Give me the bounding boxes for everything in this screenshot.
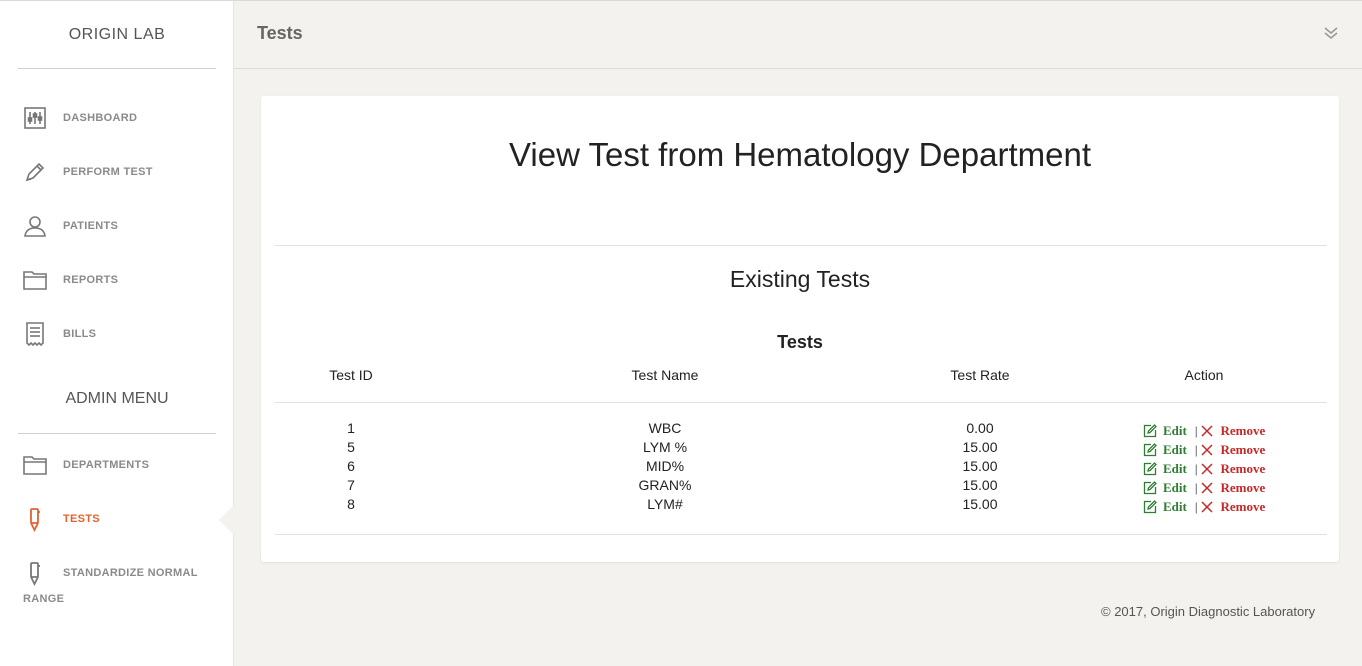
active-indicator xyxy=(219,505,234,535)
row-actions: Edit | Remove xyxy=(1143,478,1265,497)
edit-icon xyxy=(1143,423,1157,437)
row-actions: Edit | Remove xyxy=(1143,497,1265,516)
cell-test-rate: 15.00 xyxy=(962,458,998,474)
remove-label: Remove xyxy=(1220,422,1266,438)
marker-icon xyxy=(22,560,48,586)
sidebar-item-label: BILLS xyxy=(63,328,97,340)
sidebar-item-label: DEPARTMENTS xyxy=(63,459,150,471)
cell-test-rate: 0.00 xyxy=(966,420,994,436)
main-heading: View Test from Hematology Department xyxy=(508,136,1092,173)
close-icon xyxy=(1201,443,1213,456)
sidebar-item-bills[interactable]: BILLS xyxy=(22,319,96,349)
close-icon xyxy=(1201,481,1213,494)
receipt-icon xyxy=(22,321,48,347)
remove-button[interactable]: Remove xyxy=(1201,461,1265,477)
remove-button[interactable]: Remove xyxy=(1201,499,1265,515)
action-separator: | xyxy=(1194,498,1198,514)
edit-icon xyxy=(1143,442,1157,456)
marker-icon xyxy=(22,506,48,532)
cell-test-name: GRAN% xyxy=(638,477,692,493)
column-header-action: Action xyxy=(1184,367,1224,383)
edit-icon xyxy=(1143,480,1157,494)
edit-icon xyxy=(1143,461,1157,475)
action-separator: | xyxy=(1194,460,1198,476)
folder-icon xyxy=(22,452,48,478)
cell-test-id: 7 xyxy=(347,477,355,493)
sidebar-item-label-wrap[interactable]: RANGE xyxy=(23,593,64,605)
divider xyxy=(275,534,1327,535)
edit-label: Edit xyxy=(1163,479,1187,495)
sidebar-item-label: REPORTS xyxy=(63,274,119,286)
double-chevron-down-icon[interactable] xyxy=(1323,25,1341,45)
cell-test-rate: 15.00 xyxy=(962,439,998,455)
page-title: Tests xyxy=(257,23,303,43)
remove-button[interactable]: Remove xyxy=(1201,442,1265,458)
cell-test-id: 1 xyxy=(347,420,355,436)
remove-label: Remove xyxy=(1220,460,1266,476)
cell-test-name: MID% xyxy=(645,458,685,474)
edit-label: Edit xyxy=(1163,460,1187,476)
footer-copyright: © 2017, Origin Diagnostic Laboratory xyxy=(1101,604,1316,619)
sidebar-item-patients[interactable]: PATIENTS xyxy=(22,211,118,241)
edit-label: Edit xyxy=(1163,441,1187,457)
sidebar: ORIGIN LAB DASHBOARD PERFORM TEST PATIEN… xyxy=(0,0,234,666)
section-heading: Existing Tests xyxy=(729,266,871,292)
sidebar-item-tests[interactable]: TESTS xyxy=(22,504,100,534)
cell-test-id: 5 xyxy=(347,439,355,455)
cell-test-name: LYM# xyxy=(647,496,683,512)
sidebar-item-perform-test[interactable]: PERFORM TEST xyxy=(22,157,153,187)
folder-icon xyxy=(22,267,48,293)
sidebar-item-label: TESTS xyxy=(63,513,100,525)
cell-test-name: WBC xyxy=(648,420,682,436)
table-caption: Tests xyxy=(777,332,823,352)
edit-button[interactable]: Edit xyxy=(1143,499,1187,515)
cell-test-rate: 15.00 xyxy=(962,496,998,512)
remove-label: Remove xyxy=(1220,498,1266,514)
divider xyxy=(275,245,1327,246)
edit-label: Edit xyxy=(1163,498,1187,514)
remove-label: Remove xyxy=(1220,441,1266,457)
user-icon xyxy=(22,213,48,239)
admin-menu-title: ADMIN MENU xyxy=(18,383,216,434)
column-header-test-rate: Test Rate xyxy=(950,367,1010,383)
column-header-test-name: Test Name xyxy=(631,367,699,383)
edit-button[interactable]: Edit xyxy=(1143,480,1187,496)
sidebar-item-reports[interactable]: REPORTS xyxy=(22,265,118,295)
content-card: View Test from Hematology Department Exi… xyxy=(261,96,1339,562)
sidebar-item-label: PERFORM TEST xyxy=(63,166,153,178)
column-header-test-id: Test ID xyxy=(329,367,373,383)
row-actions: Edit | Remove xyxy=(1143,459,1265,478)
sidebar-item-departments[interactable]: DEPARTMENTS xyxy=(22,450,149,480)
pen-icon xyxy=(22,159,48,185)
edit-button[interactable]: Edit xyxy=(1143,442,1187,458)
action-separator: | xyxy=(1194,422,1198,438)
close-icon xyxy=(1201,424,1213,437)
sidebar-item-standardize-normal-range[interactable]: STANDARDIZE NORMAL xyxy=(22,558,198,588)
remove-button[interactable]: Remove xyxy=(1201,480,1265,496)
edit-button[interactable]: Edit xyxy=(1143,423,1187,439)
cell-test-id: 8 xyxy=(347,496,355,512)
action-separator: | xyxy=(1194,479,1198,495)
close-icon xyxy=(1201,500,1213,513)
edit-icon xyxy=(1143,499,1157,513)
close-icon xyxy=(1201,462,1213,475)
remove-button[interactable]: Remove xyxy=(1201,423,1265,439)
sidebar-item-label: DASHBOARD xyxy=(63,112,138,124)
cell-test-rate: 15.00 xyxy=(962,477,998,493)
cell-test-name: LYM % xyxy=(642,439,688,455)
remove-label: Remove xyxy=(1220,479,1266,495)
header-bar: Tests xyxy=(234,0,1362,69)
action-separator: | xyxy=(1194,441,1198,457)
sidebar-item-label: STANDARDIZE NORMAL xyxy=(63,567,198,579)
cell-test-id: 6 xyxy=(347,458,355,474)
sidebar-item-dashboard[interactable]: DASHBOARD xyxy=(22,103,137,133)
row-actions: Edit | Remove xyxy=(1143,421,1265,440)
dashboard-sliders-icon xyxy=(22,105,48,131)
edit-label: Edit xyxy=(1163,422,1187,438)
row-actions: Edit | Remove xyxy=(1143,440,1265,459)
sidebar-item-label: PATIENTS xyxy=(63,220,119,232)
edit-button[interactable]: Edit xyxy=(1143,461,1187,477)
divider xyxy=(275,402,1327,403)
brand-logo[interactable]: ORIGIN LAB xyxy=(18,1,216,69)
